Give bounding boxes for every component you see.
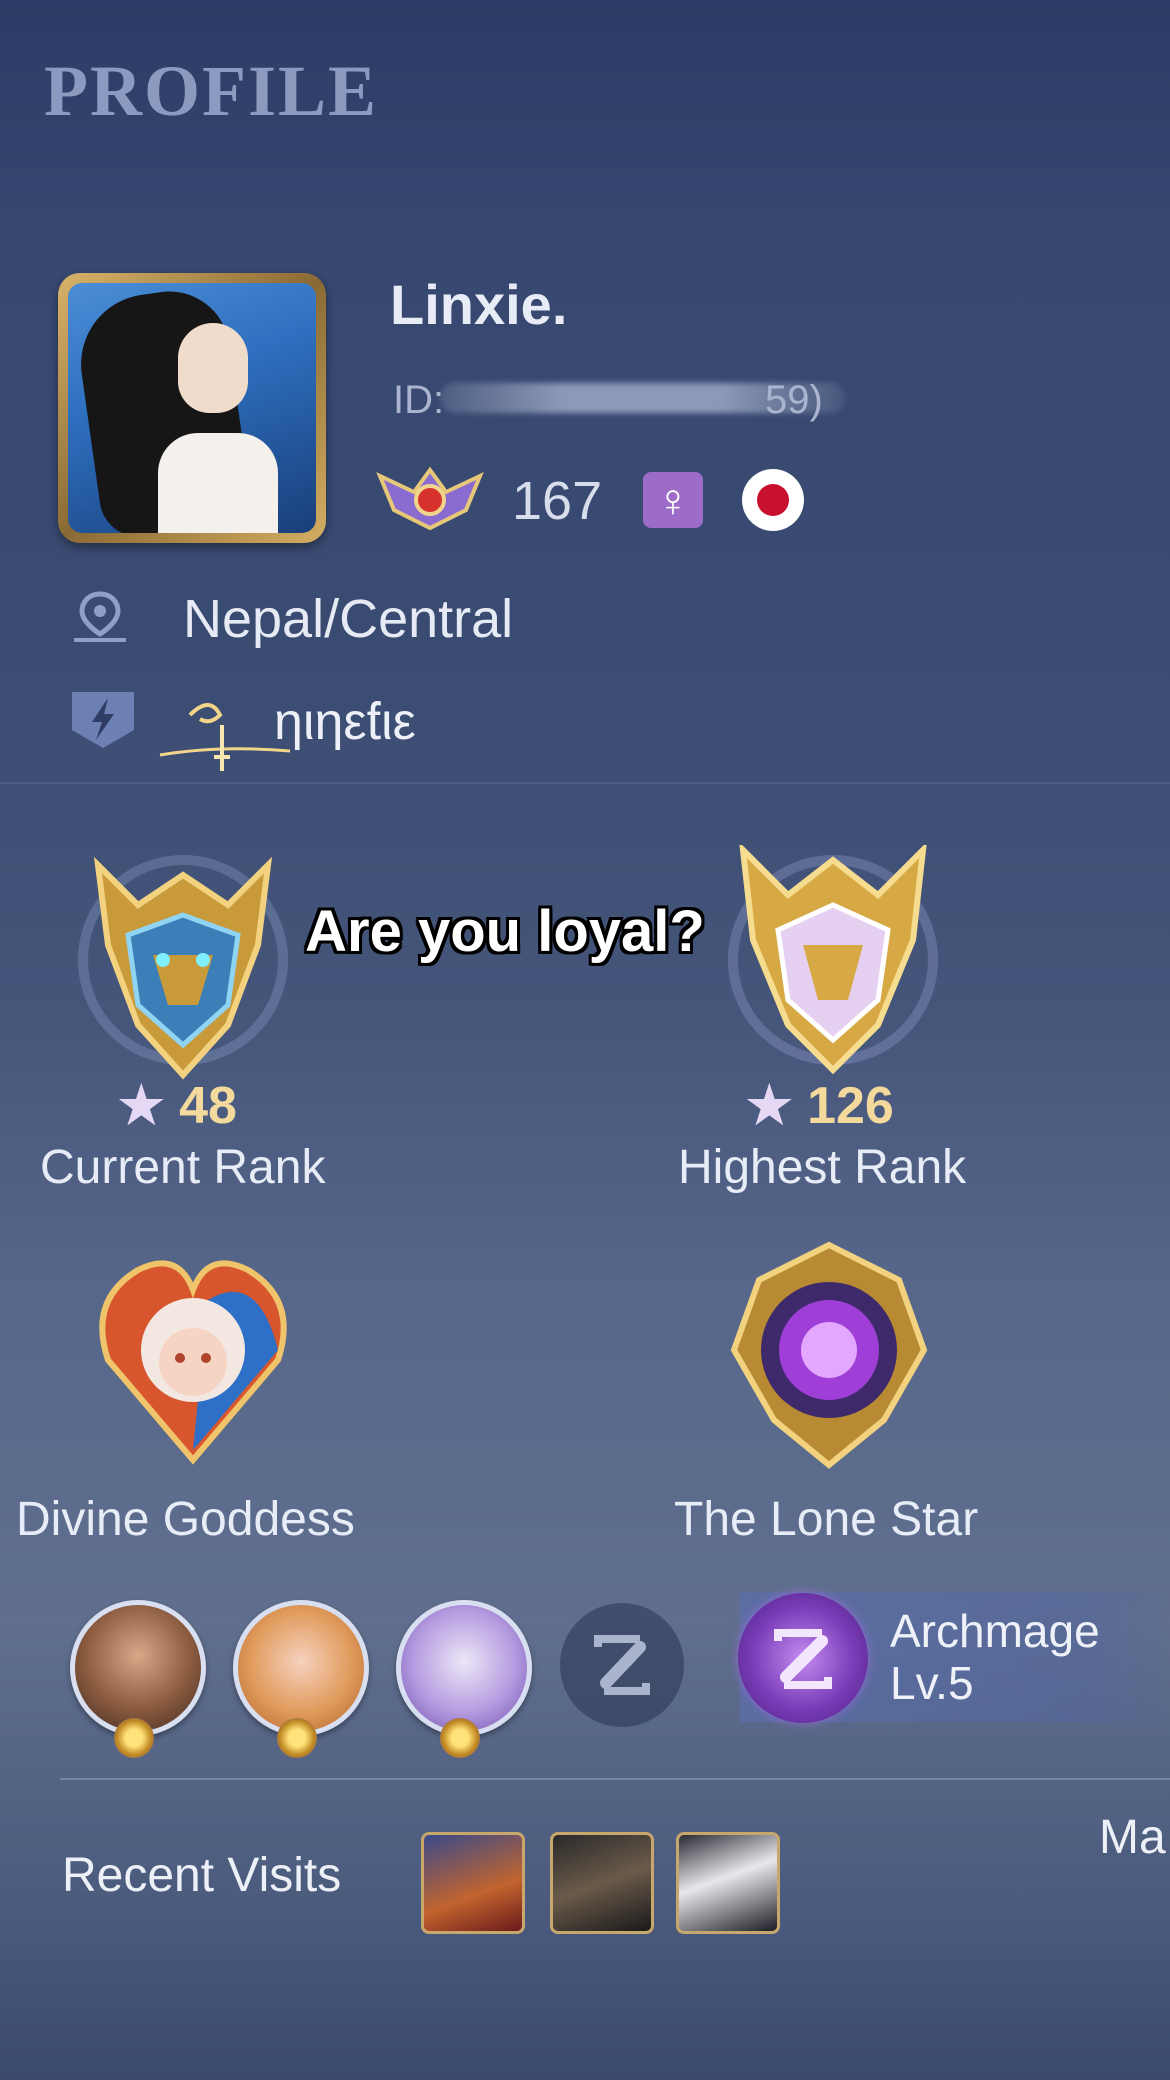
hero-portrait-2[interactable] — [233, 1600, 369, 1736]
squad-shield-icon — [72, 692, 134, 748]
player-name: Linxie. — [390, 273, 568, 336]
player-id-suffix: 59) — [765, 378, 823, 422]
hero-portrait-3[interactable] — [396, 1600, 532, 1736]
hero-medal-icon — [114, 1718, 154, 1758]
recent-visitor-avatar-1[interactable] — [421, 1832, 525, 1934]
archmage-text: Archmage Lv.5 — [890, 1605, 1100, 1709]
recent-visits-label: Recent Visits — [62, 1849, 342, 1902]
hero-portrait-1[interactable] — [70, 1600, 206, 1736]
highest-rank-stars: ★ 126 — [746, 1077, 894, 1135]
level-badge-icon — [376, 466, 484, 531]
avatar-image — [68, 283, 316, 533]
flag-icon — [742, 469, 804, 531]
mage-role-icon — [594, 1635, 650, 1695]
gender-female-icon: ♀ — [643, 472, 703, 528]
lone-star-emblem-icon — [730, 1241, 928, 1469]
lone-star-label[interactable]: The Lone Star — [674, 1492, 978, 1547]
divine-goddess-emblem-icon — [99, 1260, 287, 1465]
recent-visitor-avatar-3[interactable] — [676, 1832, 780, 1934]
page-title: PROFILE — [44, 51, 379, 131]
archmage-level: Lv.5 — [890, 1657, 974, 1709]
player-level: 167 — [512, 471, 603, 531]
empty-hero-slot[interactable] — [560, 1603, 684, 1727]
location-pin-icon — [74, 591, 126, 642]
highest-rank-label[interactable]: Highest Rank — [678, 1140, 966, 1195]
recent-visitor-avatar-2[interactable] — [550, 1832, 654, 1934]
current-rank-emblem-icon — [78, 855, 288, 1080]
current-rank-label[interactable]: Current Rank — [40, 1140, 325, 1195]
video-caption: Are you loyal? — [305, 899, 705, 964]
current-rank-stars: ★ 48 — [118, 1077, 237, 1135]
hero-medal-icon — [440, 1718, 480, 1758]
divine-goddess-label[interactable]: Divine Goddess — [16, 1492, 355, 1547]
player-id-label: ID: — [393, 378, 445, 422]
archmage-title: Archmage — [890, 1605, 1100, 1657]
truncated-edge-text: Ma — [1099, 1811, 1166, 1864]
section-divider — [60, 1778, 1170, 1780]
squad-name[interactable]: ηιηεƭιε — [274, 692, 416, 752]
avatar[interactable] — [58, 273, 326, 543]
location-text: Nepal/Central — [183, 589, 514, 649]
hero-medal-icon — [277, 1718, 317, 1758]
archmage-mage-icon — [738, 1593, 868, 1723]
